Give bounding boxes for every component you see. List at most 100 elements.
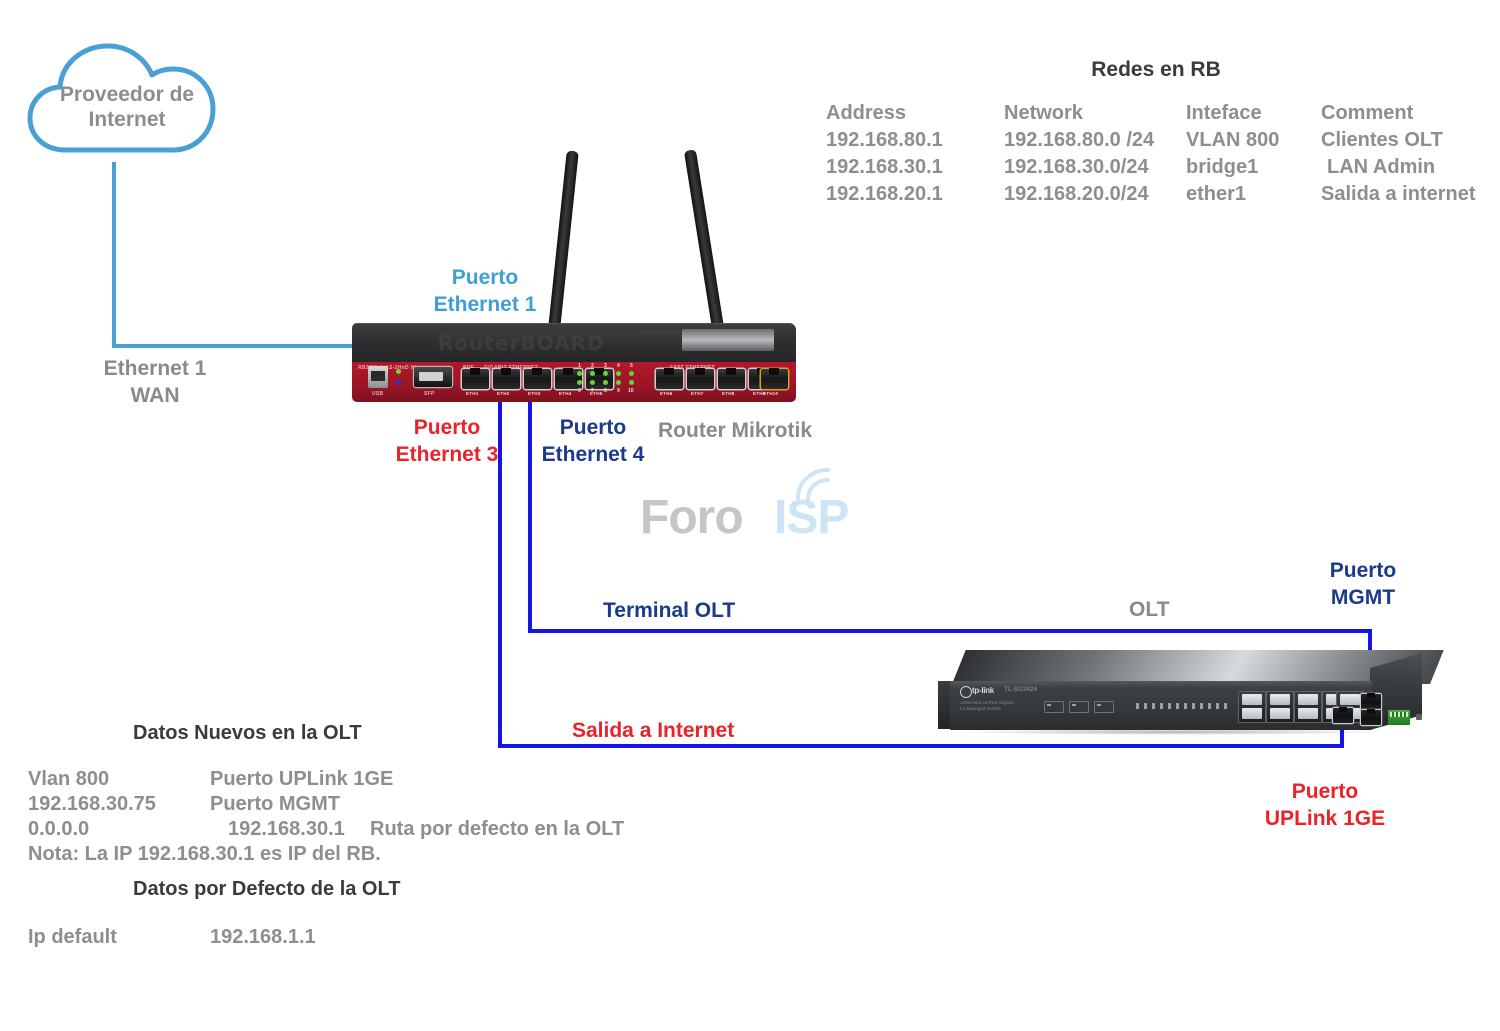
router-port-eth1-label: ETH1 <box>466 391 479 396</box>
router-port-eth8[interactable] <box>718 368 745 389</box>
router-led-panel: 1 2 3 4 5 6 7 8 9 10 <box>574 363 652 401</box>
redes-row-0-address: 192.168.80.1 <box>826 129 943 151</box>
redes-header-address: Address <box>826 102 907 124</box>
router-status-led <box>603 380 608 385</box>
label-ethernet1-wan-line2: WAN <box>130 384 180 407</box>
router-port-eth2-label: ETH2 <box>497 391 510 396</box>
olt-reset-button[interactable] <box>1416 714 1422 720</box>
router-port-eth2[interactable] <box>493 368 520 389</box>
datos-nuevos-row-2-col1: 0.0.0.0 <box>28 818 90 840</box>
redes-header-comment: Comment <box>1321 102 1414 124</box>
label-puerto-ethernet-4-line1: Puerto <box>559 416 627 439</box>
isp-cloud-label-line2: Internet <box>88 108 166 131</box>
olt-port-led <box>1176 703 1179 709</box>
foroisp-watermark: Foro ISP <box>640 468 900 548</box>
datos-nuevos-block: Datos Nuevos en la OLT Vlan 800 Puerto U… <box>28 722 668 867</box>
router-port-eth10[interactable] <box>761 368 788 389</box>
redes-en-rb-title: Redes en RB <box>1091 58 1221 81</box>
label-puerto-uplink-line1: Puerto <box>1291 780 1359 803</box>
olt-subtitle: JetStream 24-Port Gigabit L2 Managed Swi… <box>960 700 1014 712</box>
label-ethernet1-wan-line1: Ethernet 1 <box>103 357 207 380</box>
router-antenna-right <box>683 149 724 329</box>
label-puerto-ethernet-1-line1: Puerto <box>451 266 519 289</box>
olt-sfp-cage[interactable] <box>1294 691 1322 723</box>
cable-isp-to-eth1-vertical <box>112 162 116 348</box>
isp-cloud-label: Proveedor de Internet <box>22 82 232 132</box>
watermark-foro-text: Foro <box>640 491 744 544</box>
router-status-led <box>629 380 634 385</box>
router-port-eth7[interactable] <box>687 368 714 389</box>
datos-defecto-title: Datos por Defecto de la OLT <box>133 878 401 900</box>
redes-row-0-network: 192.168.80.0 /24 <box>1004 129 1155 151</box>
router-usb-label: USB <box>372 391 384 397</box>
label-terminal-olt: Terminal OLT <box>603 599 736 622</box>
led-num-7: 7 <box>591 388 594 394</box>
olt-port-mgmt[interactable] <box>1361 693 1381 709</box>
olt-port-led <box>1144 703 1147 709</box>
router-port-eth6-label: ETH6 <box>660 391 673 396</box>
olt-port-led <box>1184 703 1187 709</box>
tplink-olt-device: tp-link TL-SG3424 JetStream 24-Port Giga… <box>938 650 1444 755</box>
router-port-eth6[interactable] <box>656 368 683 389</box>
led-num-1: 1 <box>578 363 581 369</box>
redes-row-1-address: 192.168.30.1 <box>826 156 943 178</box>
router-status-led <box>629 371 634 376</box>
datos-nuevos-row-0-col3 <box>370 767 668 792</box>
datos-nuevos-row-1-col2: Puerto MGMT <box>210 793 340 815</box>
router-status-led <box>590 380 595 385</box>
led-num-9: 9 <box>617 388 620 394</box>
olt-port-led <box>1200 703 1203 709</box>
olt-sfp-cage[interactable] <box>1266 691 1294 723</box>
router-port-eth3-label: ETH3 <box>528 391 541 396</box>
tplink-brand-text: tp-link <box>972 686 994 695</box>
label-puerto-ethernet-1-line2: Ethernet 1 <box>433 293 537 316</box>
label-ethernet1-wan: Ethernet 1 WAN <box>85 355 225 409</box>
network-diagram-canvas: Proveedor de Internet Ethernet 1 WAN For… <box>0 0 1500 1031</box>
redes-header-network: Network <box>1004 102 1083 124</box>
olt-port-led <box>1216 703 1219 709</box>
router-port-eth3[interactable] <box>524 368 551 389</box>
redes-row-2-network: 192.168.20.0/24 <box>1004 183 1149 205</box>
router-status-led <box>616 371 621 376</box>
router-port-eth1[interactable] <box>462 368 489 389</box>
isp-cloud: Proveedor de Internet <box>22 38 232 168</box>
label-puerto-ethernet-3-line1: Puerto <box>413 416 481 439</box>
redes-row-1-inteface: bridge1 <box>1186 156 1259 178</box>
datos-nuevos-row-2-col3: Ruta por defecto en la OLT <box>370 818 625 840</box>
router-port-eth7-label: ETH7 <box>691 391 704 396</box>
datos-nuevos-title: Datos Nuevos en la OLT <box>133 722 362 744</box>
olt-port-led <box>1152 703 1155 709</box>
olt-led-group-1 <box>1044 701 1064 713</box>
olt-port-uplink-1ge[interactable] <box>1333 707 1353 723</box>
olt-subtitle-line2: L2 Managed Switch <box>960 706 1001 711</box>
router-top-shell: RouterBOARD <box>352 323 796 365</box>
redes-row-2-inteface: ether1 <box>1186 183 1247 205</box>
label-puerto-mgmt-line2: MGMT <box>1330 586 1396 609</box>
wifi-signal-icon <box>796 468 830 501</box>
datos-nuevos-row-1-col1: 192.168.30.75 <box>28 793 156 815</box>
label-puerto-mgmt: Puerto MGMT <box>1278 557 1448 611</box>
redes-row-1-comment: LAN Admin <box>1327 156 1436 178</box>
router-sfp-label: SFP <box>424 391 435 397</box>
olt-sfp-cage[interactable] <box>1238 691 1266 723</box>
olt-port-led <box>1160 703 1163 709</box>
datos-defecto-block: Datos por Defecto de la OLT Ip default 1… <box>28 878 668 950</box>
tplink-logo: tp-link TL-SG3424 <box>960 686 1046 698</box>
router-port-eth10-label: ETH10 <box>763 391 779 396</box>
router-usb-port <box>368 366 388 388</box>
label-puerto-uplink-1ge: Puerto UPLink 1GE <box>1230 778 1420 832</box>
olt-port-led <box>1168 703 1171 709</box>
redes-row-2-comment: Salida a internet <box>1321 183 1476 205</box>
led-num-10: 10 <box>628 388 634 394</box>
label-router-mikrotik: Router Mikrotik <box>658 419 813 442</box>
olt-model-text: TL-SG3424 <box>1004 687 1038 693</box>
router-status-led <box>577 371 582 376</box>
olt-port-led <box>1208 703 1211 709</box>
redes-en-rb-table: Redes en RB Address Network Inteface Com… <box>826 58 1486 208</box>
router-front-panel: RB2011 UiAS-2HnD IN POE GIGABIT ETHERNET… <box>352 362 796 402</box>
olt-port-console[interactable] <box>1361 709 1381 725</box>
led-num-2: 2 <box>591 363 594 369</box>
router-brand-emboss: RouterBOARD <box>438 331 688 357</box>
olt-port-led <box>1192 703 1195 709</box>
led-num-4: 4 <box>617 363 620 369</box>
